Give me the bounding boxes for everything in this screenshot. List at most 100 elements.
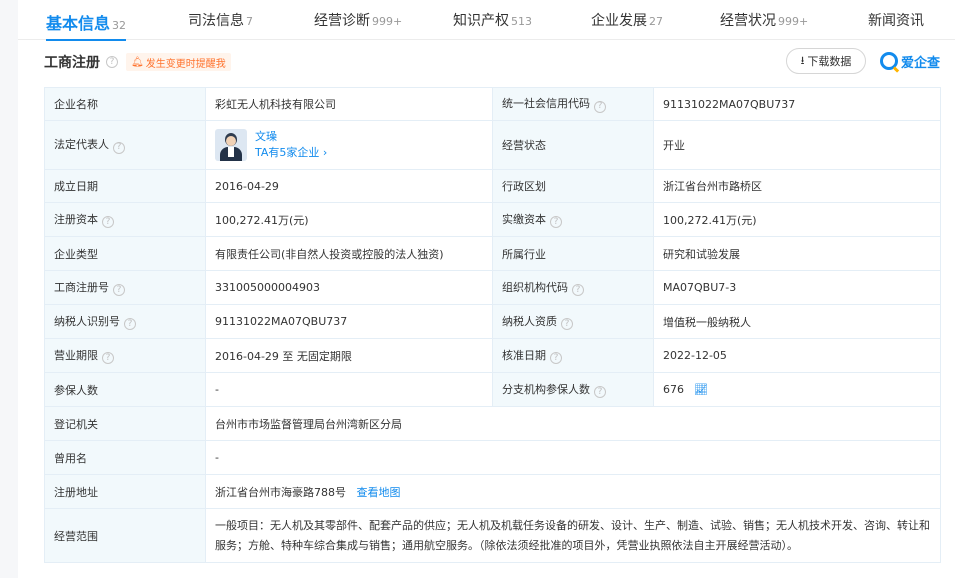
credit-code-value: 91131022MA07QBU737 xyxy=(653,87,941,121)
reg-no-label: 工商注册号? xyxy=(44,270,206,305)
table-row: 参保人数 - 分支机构参保人数? 676 📈︎ xyxy=(44,372,941,407)
approval-date-value: 2022-12-05 xyxy=(653,338,941,373)
download-icon: ⭳ xyxy=(800,53,805,67)
help-icon[interactable]: ? xyxy=(594,100,606,113)
section-title: 工商注册 xyxy=(44,55,100,71)
help-icon[interactable]: ? xyxy=(124,318,136,331)
label-text: 曾用名 xyxy=(54,451,87,465)
download-label: 下载数据 xyxy=(807,55,852,68)
label-text: 分支机构参保人数 xyxy=(502,382,590,396)
legal-rep-companies-link[interactable]: TA有5家企业 › xyxy=(255,145,327,161)
company-type-value: 有限责任公司(非自然人投资或控股的法人独资) xyxy=(205,236,493,271)
industry-label: 所属行业 xyxy=(492,236,654,271)
taxpayer-id-value: 91131022MA07QBU737 xyxy=(205,304,493,339)
change-notify-label: 发生变更时提醒我 xyxy=(145,58,226,70)
address-value: 浙江省台州市海豪路788号 xyxy=(215,485,346,499)
table-row: 企业名称 彩虹无人机科技有限公司 统一社会信用代码? 91131022MA07Q… xyxy=(44,87,941,121)
table-row: 注册资本? 100,272.41万(元) 实缴资本? 100,272.41万(元… xyxy=(44,202,941,237)
reg-capital-value: 100,272.41万(元) xyxy=(205,202,493,237)
table-row: 经营范围 一般项目：无人机及其零部件、配套产品的供应；无人机及机载任务设备的研发… xyxy=(44,508,941,563)
org-code-value: MA07QBU7-3 xyxy=(653,270,941,305)
reg-no-value: 331005000004903 xyxy=(205,270,493,305)
label-text: 经营范围 xyxy=(54,529,98,543)
download-data-button[interactable]: ⭳ 下载数据 xyxy=(786,48,866,74)
status-label: 经营状态 xyxy=(492,120,654,170)
trend-chart-icon[interactable]: 📈︎ xyxy=(694,383,708,396)
help-icon[interactable]: ? xyxy=(102,216,114,229)
bell-icon: 🔔︎ xyxy=(131,56,144,68)
insured-label: 参保人数 xyxy=(44,372,206,407)
table-row: 注册地址 浙江省台州市海豪路788号 查看地图 xyxy=(44,474,941,509)
taxpayer-qual-value: 增值税一般纳税人 xyxy=(653,304,941,339)
table-row: 营业期限? 2016-04-29 至 无固定期限 核准日期? 2022-12-0… xyxy=(44,338,941,373)
legal-rep-label: 法定代表人? xyxy=(44,120,206,170)
tab-judicial-info[interactable]: 司法信息 7 xyxy=(188,10,253,36)
company-name-value: 彩虹无人机科技有限公司 xyxy=(205,87,493,121)
label-text: 统一社会信用代码 xyxy=(502,97,590,111)
tab-news[interactable]: 新闻资讯 xyxy=(868,10,924,36)
tab-count: 999+ xyxy=(372,15,403,28)
address-label: 注册地址 xyxy=(44,474,206,509)
tab-business-diagnosis[interactable]: 经营诊断 999+ xyxy=(314,10,402,36)
help-icon[interactable]: ? xyxy=(550,352,562,365)
table-row: 曾用名 - xyxy=(44,440,941,475)
help-icon[interactable]: ? xyxy=(561,318,573,331)
table-row: 法定代表人? 文璪 TA有5家企业 › 经营状态 开业 xyxy=(44,120,941,170)
taxpayer-qual-label: 纳税人资质? xyxy=(492,304,654,339)
label-text: 注册地址 xyxy=(54,485,98,499)
company-name-label: 企业名称 xyxy=(44,87,206,121)
table-row: 成立日期 2016-04-29 行政区划 浙江省台州市路桥区 xyxy=(44,169,941,203)
label-text: 登记机关 xyxy=(54,417,98,431)
label-text: 营业期限 xyxy=(54,348,98,362)
help-icon[interactable]: ? xyxy=(113,284,125,297)
brand-name: 爱企查 xyxy=(901,55,941,71)
label-text: 纳税人识别号 xyxy=(54,314,120,328)
established-label: 成立日期 xyxy=(44,169,206,203)
tab-business-status[interactable]: 经营状况 999+ xyxy=(720,10,808,36)
avatar[interactable] xyxy=(215,129,247,161)
tab-count: 513 xyxy=(511,15,532,28)
help-icon[interactable]: ? xyxy=(550,216,562,229)
label-text: 企业名称 xyxy=(54,98,98,111)
authority-label: 登记机关 xyxy=(44,406,206,441)
registration-table: 企业名称 彩虹无人机科技有限公司 统一社会信用代码? 91131022MA07Q… xyxy=(44,87,941,563)
branch-insured-cell: 676 📈︎ xyxy=(653,372,941,407)
tab-basic-info[interactable]: 基本信息 32 xyxy=(46,10,127,41)
left-gutter xyxy=(0,0,18,578)
branch-insured-label: 分支机构参保人数? xyxy=(492,372,654,407)
tab-label: 经营状况 xyxy=(720,13,776,29)
paid-capital-label: 实缴资本? xyxy=(492,202,654,237)
label-text: 参保人数 xyxy=(54,383,98,397)
view-map-link[interactable]: 查看地图 xyxy=(357,486,401,499)
term-label: 营业期限? xyxy=(44,338,206,373)
reg-capital-label: 注册资本? xyxy=(44,202,206,237)
term-value: 2016-04-29 至 无固定期限 xyxy=(205,338,493,373)
help-icon[interactable]: ? xyxy=(572,284,584,297)
tab-label: 企业发展 xyxy=(591,13,647,29)
legal-rep-companies-text: TA有5家企业 xyxy=(255,146,320,159)
table-row: 纳税人识别号? 91131022MA07QBU737 纳税人资质? 增值税一般纳… xyxy=(44,304,941,339)
change-notify-button[interactable]: 🔔︎ 发生变更时提醒我 xyxy=(126,53,231,71)
help-icon[interactable]: ? xyxy=(106,56,118,68)
top-tab-bar: 基本信息 32 司法信息 7 经营诊断 999+ 知识产权 513 企业发展 27 经营状… xyxy=(18,0,955,41)
help-icon[interactable]: ? xyxy=(113,141,125,154)
table-row: 工商注册号? 331005000004903 组织机构代码? MA07QBU7-… xyxy=(44,270,941,305)
status-value: 开业 xyxy=(653,120,941,170)
authority-value: 台州市市场监督管理局台州湾新区分局 xyxy=(205,406,941,441)
table-row: 企业类型 有限责任公司(非自然人投资或控股的法人独资) 所属行业 研究和试验发展 xyxy=(44,236,941,271)
credit-code-label: 统一社会信用代码? xyxy=(492,87,654,121)
table-row: 登记机关 台州市市场监督管理局台州湾新区分局 xyxy=(44,406,941,441)
brand-logo: 爱企查 xyxy=(880,51,940,71)
label-text: 注册资本 xyxy=(54,212,98,226)
help-icon[interactable]: ? xyxy=(102,352,114,365)
tab-count: 27 xyxy=(649,15,663,28)
scope-value: 一般项目：无人机及其零部件、配套产品的供应；无人机及机载任务设备的研发、设计、生… xyxy=(205,508,941,563)
label-text: 纳税人资质 xyxy=(502,314,557,328)
legal-rep-name-link[interactable]: 文璪 xyxy=(255,129,327,145)
tab-intellectual-property[interactable]: 知识产权 513 xyxy=(453,10,532,36)
taxpayer-id-label: 纳税人识别号? xyxy=(44,304,206,339)
tab-enterprise-development[interactable]: 企业发展 27 xyxy=(591,10,663,36)
region-label: 行政区划 xyxy=(492,169,654,203)
help-icon[interactable]: ? xyxy=(594,386,606,399)
tab-count: 999+ xyxy=(778,15,809,28)
